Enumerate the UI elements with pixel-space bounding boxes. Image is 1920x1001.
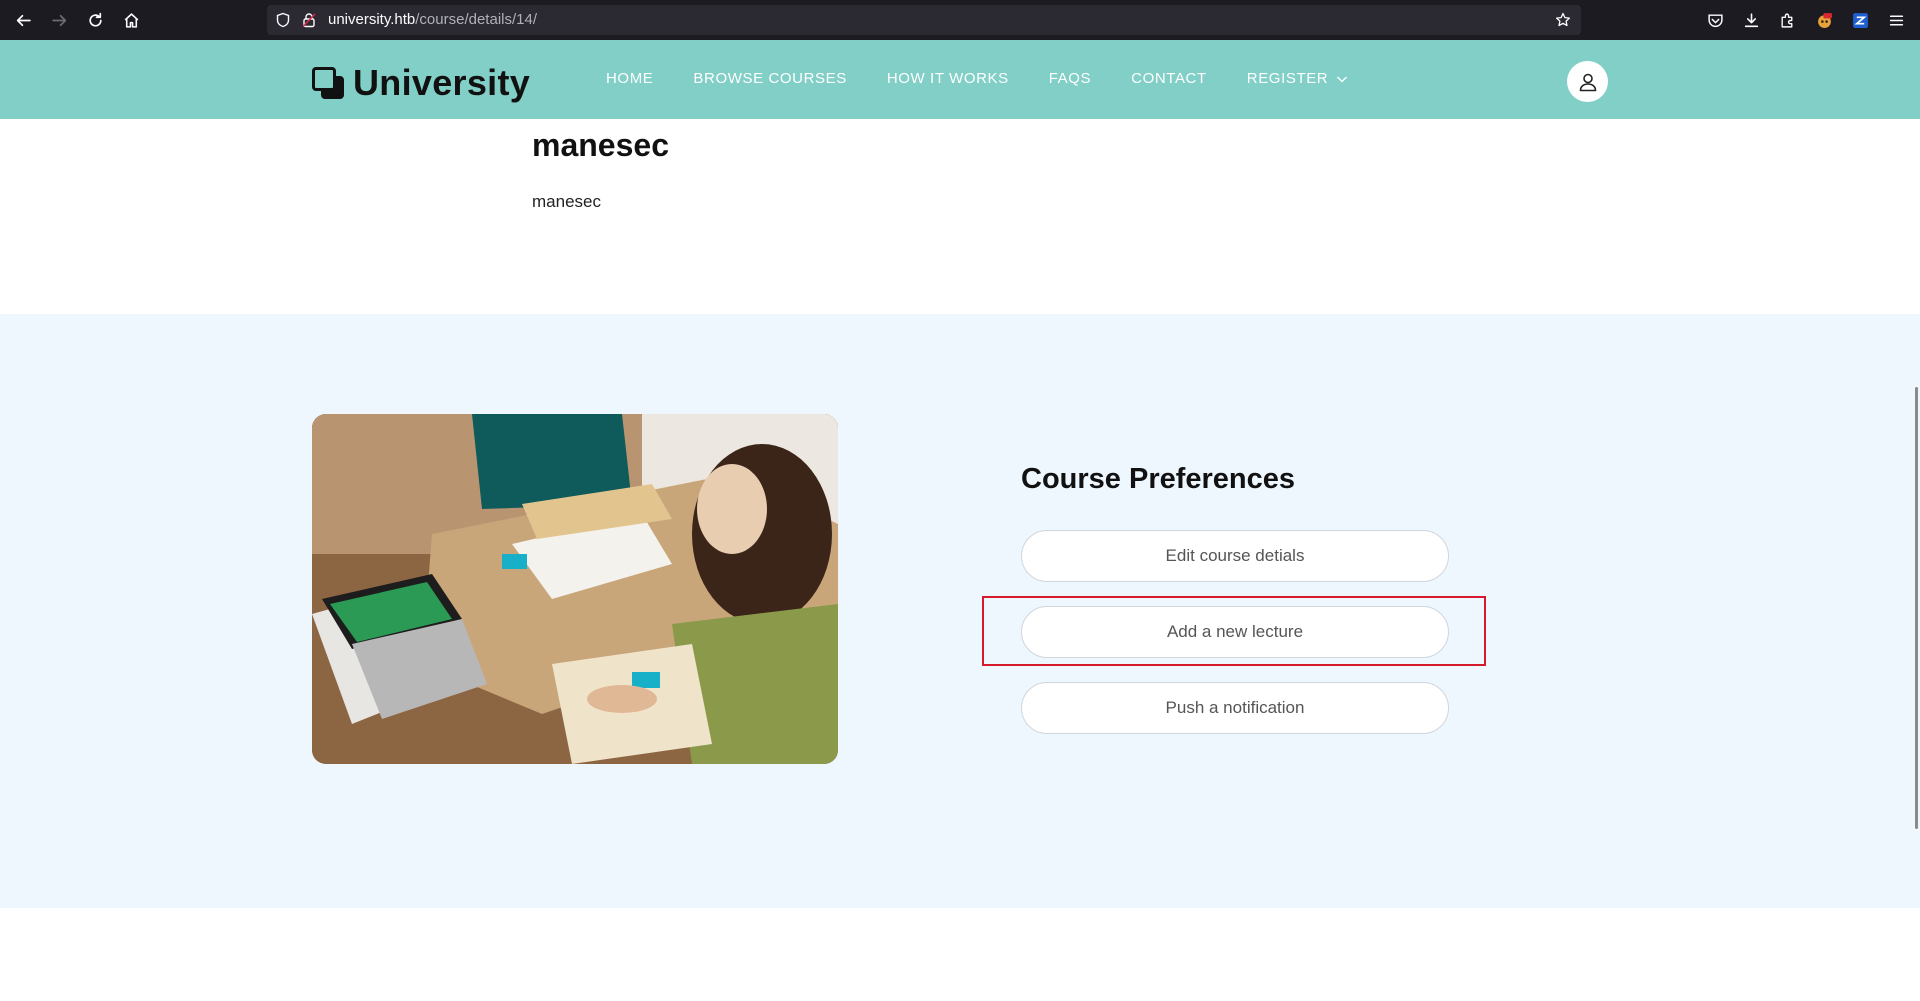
back-arrow-icon[interactable] [11, 8, 35, 32]
scrollbar-thumb[interactable] [1915, 387, 1918, 829]
url-host: university.htb [328, 11, 416, 28]
course-title: manesec [532, 127, 669, 163]
reload-icon[interactable] [83, 8, 107, 32]
logo-mark-icon [312, 67, 344, 99]
chevron-down-icon [1337, 76, 1348, 82]
browser-toolbar: university.htb/course/details/14/ [0, 0, 1920, 40]
course-preferences-section: Course Preferences Edit course detials A… [0, 314, 1920, 908]
main-nav: HOME BROWSE COURSES HOW IT WORKS FAQS CO… [606, 70, 1388, 87]
nav-how-it-works[interactable]: HOW IT WORKS [887, 70, 1009, 87]
highlight-box [982, 596, 1486, 666]
nav-browse-courses[interactable]: BROWSE COURSES [693, 70, 846, 87]
bookmark-star-icon[interactable] [1554, 11, 1572, 29]
address-bar[interactable]: university.htb/course/details/14/ [267, 5, 1581, 35]
edit-course-details-button[interactable]: Edit course detials [1021, 530, 1449, 582]
url-path: /course/details/14/ [415, 11, 538, 28]
extensions-icon[interactable] [1777, 10, 1797, 30]
course-hero-image [312, 414, 838, 764]
user-account-button[interactable] [1567, 61, 1608, 102]
shield-icon[interactable] [274, 11, 292, 29]
site-header: University HOME BROWSE COURSES HOW IT WO… [0, 40, 1920, 119]
forward-arrow-icon[interactable] [47, 8, 71, 32]
push-notification-button[interactable]: Push a notification [1021, 682, 1449, 734]
logo-text: University [353, 62, 531, 103]
nav-contact[interactable]: CONTACT [1131, 70, 1207, 87]
nav-register-label: REGISTER [1246, 70, 1329, 87]
zap-extension-icon[interactable] [1850, 10, 1870, 30]
extension-badge-icon[interactable] [1814, 10, 1834, 30]
menu-icon[interactable] [1886, 10, 1906, 30]
lock-icon[interactable] [300, 11, 318, 29]
course-preferences-title: Course Preferences [1021, 463, 1296, 495]
user-icon [1579, 73, 1596, 91]
home-icon[interactable] [119, 8, 143, 32]
course-description: manesec [532, 192, 601, 211]
download-icon[interactable] [1741, 10, 1761, 30]
pocket-icon[interactable] [1705, 10, 1725, 30]
url-text: university.htb/course/details/14/ [328, 11, 537, 28]
page-scrollbar[interactable] [1912, 119, 1920, 1001]
nav-register[interactable]: REGISTER [1247, 70, 1348, 87]
nav-home[interactable]: HOME [606, 70, 653, 87]
nav-faqs[interactable]: FAQS [1049, 70, 1091, 87]
site-logo[interactable]: University [312, 62, 530, 104]
